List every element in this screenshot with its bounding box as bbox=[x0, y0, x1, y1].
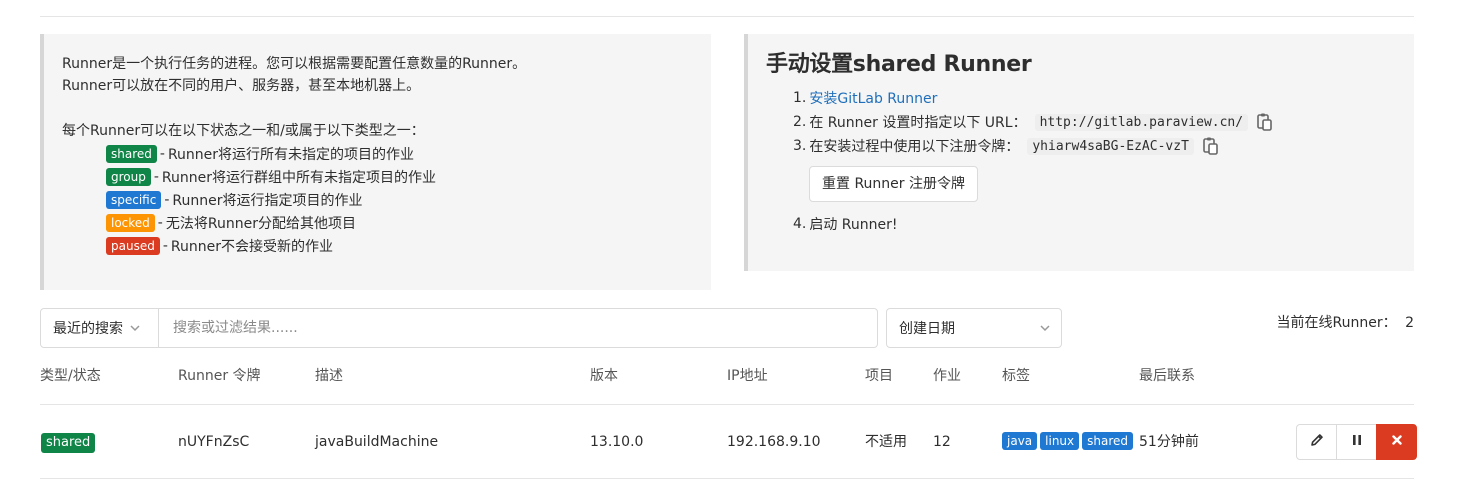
pencil-icon bbox=[1309, 432, 1325, 452]
status-badge-paused: paused bbox=[106, 236, 160, 255]
chevron-down-icon bbox=[1039, 322, 1051, 334]
header-token: Runner 令牌 bbox=[178, 368, 261, 384]
header-last-contact: 最后联系 bbox=[1139, 368, 1195, 384]
pause-button[interactable] bbox=[1336, 424, 1377, 460]
remove-button[interactable] bbox=[1376, 424, 1417, 460]
sort-dropdown[interactable]: 创建日期 bbox=[886, 308, 1062, 348]
header-jobs: 作业 bbox=[933, 368, 961, 384]
runner-version: 13.10.0 bbox=[590, 434, 644, 450]
filtered-search-bar: 最近的搜索 bbox=[40, 308, 878, 348]
registration-token: yhiarw4saBG-EzAC-vzT bbox=[1027, 137, 1194, 155]
badge-description: Runner不会接受新的作业 bbox=[170, 238, 333, 255]
row-actions bbox=[1296, 424, 1417, 460]
runner-tags: java linux shared bbox=[1002, 430, 1136, 452]
step-4: 4. 启动 Runner! bbox=[793, 216, 898, 233]
header-tags: 标签 bbox=[1002, 368, 1030, 384]
tag-shared: shared bbox=[1082, 432, 1134, 450]
header-ip: IP地址 bbox=[727, 368, 768, 384]
badge-description: Runner将运行群组中所有未指定项目的作业 bbox=[161, 169, 437, 186]
recent-searches-dropdown[interactable]: 最近的搜索 bbox=[41, 309, 159, 347]
coordinator-url: http://gitlab.paraview.cn/ bbox=[1034, 113, 1249, 131]
status-badge-group: group bbox=[106, 167, 151, 186]
badge-description: Runner将运行指定项目的作业 bbox=[172, 192, 363, 209]
tag-linux: linux bbox=[1040, 432, 1080, 450]
runner-info-panel: Runner是一个执行任务的进程。您可以根据需要配置任意数量的Runner。 R… bbox=[40, 34, 711, 290]
setup-steps: 1. 安装GitLab Runner 2. 在 Runner 设置时指定以下 U… bbox=[793, 86, 1414, 236]
clipboard-icon[interactable] bbox=[1200, 136, 1220, 156]
close-icon bbox=[1391, 434, 1403, 450]
list-item: specific - Runner将运行指定项目的作业 bbox=[106, 188, 711, 211]
status-badge-list: shared - Runner将运行所有未指定的项目的作业 group - Ru… bbox=[106, 142, 711, 257]
online-runners-count: 当前在线Runner： 2 bbox=[1276, 315, 1414, 331]
runner-ip: 192.168.9.10 bbox=[727, 434, 821, 450]
header-type: 类型/状态 bbox=[40, 368, 101, 384]
header-version: 版本 bbox=[590, 368, 618, 384]
step-2: 2. 在 Runner 设置时指定以下 URL： http://gitlab.p… bbox=[793, 110, 1414, 134]
row-divider bbox=[40, 404, 1414, 405]
edit-button[interactable] bbox=[1296, 424, 1337, 460]
list-item: shared - Runner将运行所有未指定的项目的作业 bbox=[106, 142, 711, 165]
header-description: 描述 bbox=[315, 368, 343, 384]
search-input[interactable] bbox=[159, 309, 877, 347]
install-runner-link[interactable]: 安装GitLab Runner bbox=[809, 88, 937, 108]
manual-setup-panel: 手动设置shared Runner 1. 安装GitLab Runner 2. … bbox=[744, 34, 1414, 271]
top-divider bbox=[40, 16, 1414, 17]
list-item: group - Runner将运行群组中所有未指定项目的作业 bbox=[106, 165, 711, 188]
intro-line-2: Runner可以放在不同的用户、服务器，甚至本地机器上。 bbox=[62, 78, 421, 94]
setup-title: 手动设置shared Runner bbox=[766, 52, 1032, 77]
runner-projects: 不适用 bbox=[865, 434, 907, 450]
row-divider bbox=[40, 478, 1414, 479]
tag-java: java bbox=[1002, 432, 1038, 450]
pause-icon bbox=[1350, 433, 1364, 451]
reset-token-button[interactable]: 重置 Runner 注册令牌 bbox=[809, 166, 978, 202]
runner-token-link[interactable]: nUYFnZsC bbox=[178, 431, 249, 453]
badge-description: Runner将运行所有未指定的项目的作业 bbox=[167, 146, 415, 163]
runner-description: javaBuildMachine bbox=[315, 434, 439, 450]
status-badge-specific: specific bbox=[106, 190, 162, 209]
clipboard-icon[interactable] bbox=[1254, 112, 1274, 132]
status-badge-locked: locked bbox=[106, 213, 155, 232]
badge-description: 无法将Runner分配给其他项目 bbox=[165, 215, 356, 232]
status-badge-shared: shared bbox=[41, 433, 96, 453]
status-intro: 每个Runner可以在以下状态之一和/或属于以下类型之一： bbox=[62, 123, 425, 139]
step-3: 3. 在安装过程中使用以下注册令牌： yhiarw4saBG-EzAC-vzT bbox=[793, 134, 1414, 158]
chevron-down-icon bbox=[129, 322, 141, 334]
header-projects: 项目 bbox=[865, 368, 893, 384]
list-item: paused - Runner不会接受新的作业 bbox=[106, 234, 711, 257]
runner-jobs: 12 bbox=[933, 434, 951, 450]
status-badge-shared: shared bbox=[106, 144, 157, 163]
intro-line-1: Runner是一个执行任务的进程。您可以根据需要配置任意数量的Runner。 bbox=[62, 56, 527, 72]
list-item: locked - 无法将Runner分配给其他项目 bbox=[106, 211, 711, 234]
runner-last-contact: 51分钟前 bbox=[1139, 434, 1199, 450]
step-1: 1. 安装GitLab Runner bbox=[793, 88, 938, 108]
